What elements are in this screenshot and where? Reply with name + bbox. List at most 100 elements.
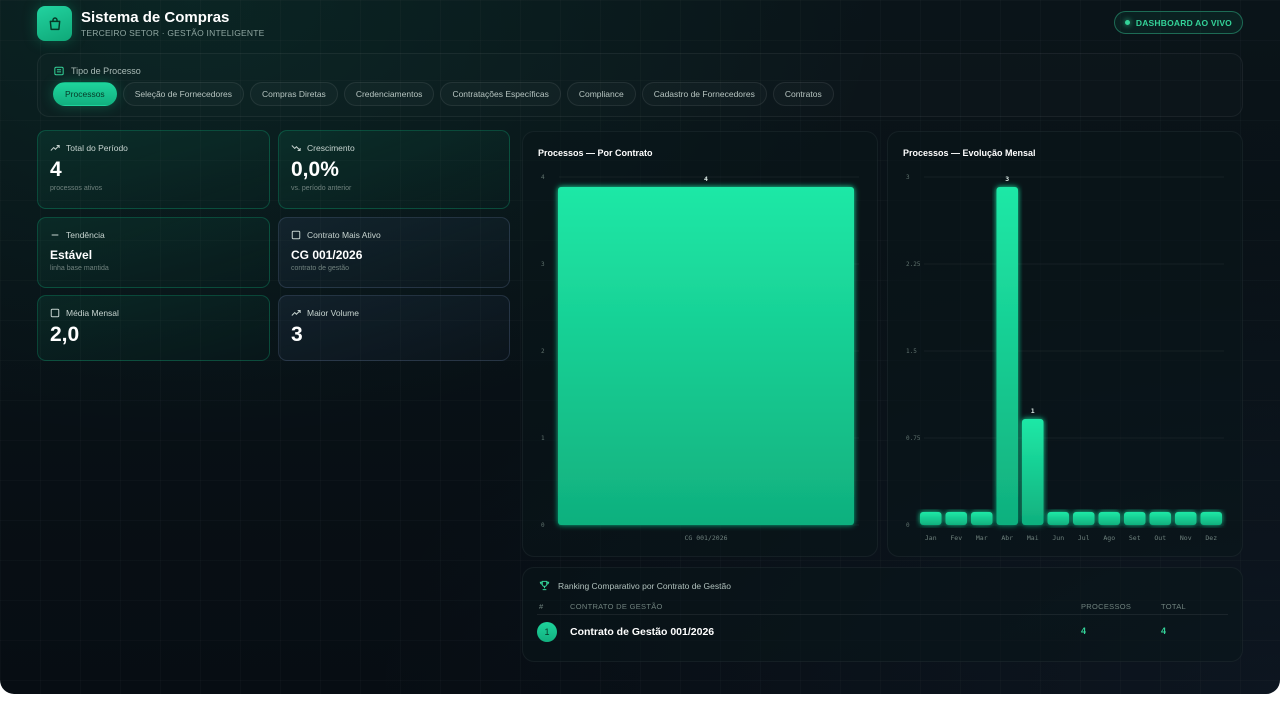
y-tick-label: 3 bbox=[541, 261, 545, 268]
data-label: 3 bbox=[1005, 175, 1009, 183]
x-tick-label: Jul bbox=[1078, 534, 1090, 542]
bar-ago[interactable] bbox=[1098, 512, 1121, 525]
bar-set[interactable] bbox=[1124, 512, 1146, 525]
y-tick-label: 0 bbox=[541, 522, 545, 529]
app-subtitle: TERCEIRO SETOR · GESTÃO INTELIGENTE bbox=[81, 28, 265, 38]
live-dot-icon bbox=[1124, 20, 1130, 25]
y-tick-label: 2.25 bbox=[906, 261, 921, 268]
col-processes: PROCESSOS bbox=[1081, 602, 1132, 611]
stat-value: 3 bbox=[291, 323, 303, 346]
bar-abr[interactable] bbox=[996, 187, 1019, 525]
x-tick-label: Abr bbox=[1001, 534, 1013, 542]
x-tick-label: Fev bbox=[950, 534, 962, 542]
tab-cadastro-fornecedores[interactable]: Cadastro de Fornecedores bbox=[641, 82, 767, 106]
minus-icon bbox=[51, 234, 59, 236]
ranking-divider bbox=[537, 614, 1228, 615]
bar-nov[interactable] bbox=[1175, 512, 1197, 525]
bar-dez[interactable] bbox=[1200, 512, 1223, 525]
x-tick-label: Set bbox=[1129, 534, 1141, 542]
stat-value: 2,0 bbox=[50, 323, 80, 346]
y-tick-label: 3 bbox=[906, 174, 910, 181]
y-tick-label: 0.75 bbox=[906, 435, 921, 442]
chart-panel-monthly: Processos — Evolução Mensal 0 0.75 1.5 2.25… bbox=[887, 131, 1243, 557]
bar-mai[interactable] bbox=[1022, 419, 1044, 525]
bar-chart-by-contract: 0 1 2 3 4 4 CG 001/2026 bbox=[541, 174, 859, 542]
shopping-bag-icon bbox=[37, 6, 72, 41]
process-type-tabs: Processos Seleção de Fornecedores Compra… bbox=[53, 82, 834, 106]
stat-card-total: Total do Período 4 processos ativos bbox=[37, 130, 270, 209]
stat-label: Total do Período bbox=[66, 143, 128, 153]
process-type-header: Tipo de Processo bbox=[54, 66, 141, 76]
trend-up-icon bbox=[50, 145, 60, 151]
x-tick-label: Mar bbox=[976, 534, 988, 542]
live-dashboard-badge[interactable]: DASHBOARD AO VIVO bbox=[1113, 11, 1243, 34]
bar-jul[interactable] bbox=[1073, 512, 1095, 525]
tab-contratacoes-especificas[interactable]: Contratações Específicas bbox=[440, 82, 561, 106]
bar-mar[interactable] bbox=[971, 512, 993, 525]
stat-card-most-active-contract: Contrato Mais Ativo CG 001/2026 contrato… bbox=[278, 217, 510, 288]
total-value: 4 bbox=[1161, 626, 1167, 636]
stat-value: 4 bbox=[50, 158, 62, 181]
trophy-icon bbox=[539, 580, 550, 591]
x-tick-label: Jun bbox=[1052, 534, 1064, 542]
stat-label: Crescimento bbox=[307, 143, 355, 153]
y-tick-label: 2 bbox=[541, 348, 545, 355]
processes-value: 4 bbox=[1081, 626, 1087, 636]
bar-out[interactable] bbox=[1149, 512, 1172, 525]
stat-value: Estável bbox=[50, 248, 93, 262]
stat-label: Tendência bbox=[66, 230, 105, 240]
ranking-title: Ranking Comparativo por Contrato de Gest… bbox=[558, 580, 731, 591]
ranking-panel: Ranking Comparativo por Contrato de Gest… bbox=[522, 567, 1243, 662]
bar-cg-001-2026[interactable] bbox=[558, 187, 854, 525]
x-tick-label: Ago bbox=[1103, 534, 1115, 542]
process-type-panel: Tipo de Processo Processos Seleção de Fo… bbox=[37, 53, 1243, 117]
x-tick-label: Jan bbox=[925, 534, 937, 542]
bar-jun[interactable] bbox=[1047, 512, 1070, 525]
y-tick-label: 0 bbox=[906, 522, 910, 529]
tab-compliance[interactable]: Compliance bbox=[566, 82, 636, 106]
stat-label: Contrato Mais Ativo bbox=[307, 230, 381, 240]
tab-credenciamentos[interactable]: Credenciamentos bbox=[343, 82, 435, 106]
rank-badge: 1 bbox=[537, 622, 557, 642]
x-tick-label: Nov bbox=[1180, 534, 1192, 542]
bar-fev[interactable] bbox=[945, 512, 968, 525]
tab-selecao-fornecedores[interactable]: Seleção de Fornecedores bbox=[122, 82, 245, 106]
x-tick-label: Out bbox=[1154, 534, 1166, 542]
list-icon bbox=[54, 66, 64, 76]
data-label: 1 bbox=[1031, 407, 1035, 415]
stat-card-growth: Crescimento 0,0% vs. período anterior bbox=[278, 130, 510, 209]
col-rank: # bbox=[539, 602, 544, 611]
stat-label: Média Mensal bbox=[66, 308, 119, 318]
col-contract: CONTRATO DE GESTÃO bbox=[570, 602, 663, 611]
trend-down-icon bbox=[291, 145, 301, 151]
stat-card-trend: Tendência Estável linha base mantida bbox=[37, 217, 270, 288]
process-type-label: Tipo de Processo bbox=[71, 66, 141, 76]
app-window: Sistema de Compras TERCEIRO SETOR · GEST… bbox=[0, 0, 1280, 694]
stat-value: CG 001/2026 bbox=[291, 248, 363, 262]
stat-sub: processos ativos bbox=[50, 185, 103, 192]
y-tick-label: 1.5 bbox=[906, 348, 917, 355]
calendar-icon bbox=[50, 308, 60, 318]
app-title: Sistema de Compras bbox=[81, 9, 230, 26]
ranking-header: Ranking Comparativo por Contrato de Gest… bbox=[539, 580, 731, 591]
stat-sub: vs. período anterior bbox=[291, 185, 352, 192]
tab-processos[interactable]: Processos bbox=[53, 82, 117, 106]
bar-jan[interactable] bbox=[920, 512, 942, 525]
stat-sub: linha base mantida bbox=[50, 265, 109, 272]
data-label: 4 bbox=[704, 175, 708, 183]
x-tick-label: Mai bbox=[1027, 534, 1039, 542]
live-badge-label: DASHBOARD AO VIVO bbox=[1135, 17, 1232, 28]
stat-card-highest-volume: Maior Volume 3 bbox=[278, 295, 510, 361]
stat-value: 0,0% bbox=[291, 158, 339, 181]
x-tick-label: Dez bbox=[1205, 534, 1217, 542]
trend-up-icon bbox=[291, 310, 301, 316]
tab-contratos[interactable]: Contratos bbox=[772, 82, 834, 106]
col-total: TOTAL bbox=[1161, 602, 1186, 611]
contract-name: Contrato de Gestão 001/2026 bbox=[570, 626, 715, 638]
header: Sistema de Compras TERCEIRO SETOR · GEST… bbox=[37, 6, 1243, 42]
bar-chart-monthly: 0 0.75 1.5 2.25 3 Jan Fev Mar 3 Abr 1 Mai Jun Jul Ago S… bbox=[906, 174, 1224, 542]
y-tick-label: 4 bbox=[541, 174, 545, 181]
tab-compras-diretas[interactable]: Compras Diretas bbox=[250, 82, 338, 106]
chart-panel-by-contract: Processos — Por Contrato 0 1 2 3 4 4 CG 001/20… bbox=[522, 131, 878, 557]
stat-card-monthly-average: Média Mensal 2,0 bbox=[37, 295, 270, 361]
